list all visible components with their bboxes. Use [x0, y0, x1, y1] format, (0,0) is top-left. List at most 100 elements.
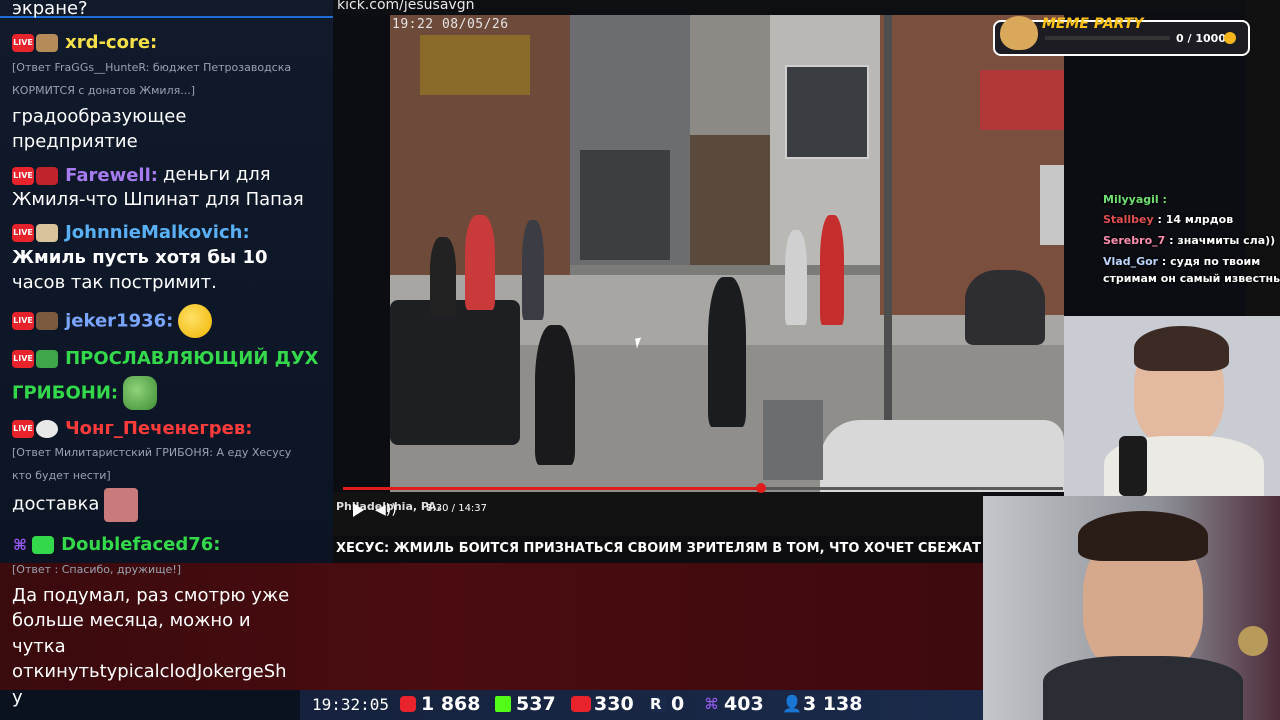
chat-message-header: ⌘ Doublefaced76:: [12, 534, 220, 555]
guest-webcam: [1064, 316, 1280, 496]
parked-suv: [390, 300, 520, 445]
video-timestamp: 19:22 08/05/26: [392, 17, 509, 32]
fence: [690, 135, 770, 265]
chat-message-text: откинутьtypicalclodJokergeSh: [12, 661, 287, 682]
pole: [884, 15, 892, 435]
chat-nick[interactable]: ГРИБОНИ:: [12, 383, 118, 404]
mini-chat-text: : 14 млрдов: [1153, 213, 1234, 226]
video-progress-fill: [343, 487, 762, 490]
twitch-icon: ⌘: [704, 695, 719, 713]
chat-reply-text: [Ответ FraGGs__HunteR: бюджет Петрозавод…: [12, 61, 292, 74]
chat-message-header: LIVE Farewell: деньги для: [12, 164, 271, 186]
url-text[interactable]: kick.com/jesusavgn: [337, 0, 474, 13]
chat-nick[interactable]: Чонг_Печенегрев:: [65, 418, 252, 439]
globe-icon: [1238, 626, 1268, 656]
vk-live-icon: [571, 696, 591, 712]
volume-icon[interactable]: ◀)): [375, 502, 405, 518]
chat-message-text: у: [12, 687, 23, 708]
rutube-viewers: 0: [671, 693, 685, 715]
pedestrian: [465, 215, 495, 310]
chat-reply-text: кто будет нести]: [12, 469, 111, 482]
parked-car: [820, 420, 1064, 492]
total-viewers: 3 138: [803, 693, 863, 715]
shutter: [1040, 165, 1064, 245]
chat-message-text: предприятие: [12, 131, 138, 152]
gate: [580, 150, 670, 260]
pedestrian: [535, 325, 575, 465]
chat-nick[interactable]: ПРОСЛАВЛЯЮЩИЙ ДУХ: [65, 348, 318, 369]
chat-message-header: LIVE jeker1936:: [12, 304, 213, 338]
chat-reply-text: КОРМИТСЯ с донатов Жмиля...]: [12, 84, 196, 97]
chat-nick[interactable]: Farewell:: [65, 165, 158, 186]
streamer-hair: [1078, 511, 1208, 561]
youtube-icon: [400, 696, 416, 712]
mini-chat-line: стримам он самый известный): [1103, 272, 1280, 285]
awning: [420, 35, 530, 95]
live-badge-icon: LIVE: [12, 166, 34, 185]
chat-nick[interactable]: Doublefaced76:: [61, 534, 220, 555]
chat-message-line: доставка: [12, 488, 139, 522]
skull-emote-icon: [36, 419, 58, 438]
pedestrian: [430, 237, 456, 317]
chat-message-text: Жмиль пусть хотя бы 10: [12, 247, 268, 268]
streamer-shirt: [1043, 656, 1243, 720]
pedestrian: [522, 220, 544, 320]
video-progress-bar[interactable]: [343, 483, 1063, 493]
twitch-viewers: 403: [724, 693, 764, 715]
pepe-emote-icon: [123, 376, 158, 410]
chat-message-text: экране?: [12, 0, 88, 19]
kick-icon: [495, 696, 511, 712]
chat-message-text: деньги для: [163, 164, 271, 185]
chat-message-header: LIVE ПРОСЛАВЛЯЮЩИЙ ДУХ: [12, 348, 318, 369]
video-time: 8:30 / 14:37: [426, 503, 488, 514]
browser-url-bar: [333, 0, 1280, 14]
live-badge-icon: LIVE: [12, 223, 34, 242]
chat-nick[interactable]: jeker1936:: [65, 311, 173, 332]
chat-message-text: Жмиля-что Шпинат для Папая: [12, 189, 304, 210]
chat-message-header: LIVE xrd-core:: [12, 32, 157, 53]
devil-emote-icon: [36, 166, 58, 185]
clock-text: 19:32:05: [312, 695, 390, 714]
chat-reply-text: [Ответ : Спасибо, дружище!]: [12, 563, 182, 576]
doge-icon: [1000, 16, 1038, 50]
live-badge-icon: LIVE: [12, 419, 34, 438]
mini-chat-line: Stallbey : 14 млрдов: [1103, 213, 1233, 226]
user-avatar-icon: [36, 33, 58, 52]
mini-chat-text: : значмиты сла)): [1165, 234, 1276, 247]
mini-chat-line: Milyyagil :: [1103, 193, 1167, 206]
rutube-icon: R: [650, 696, 666, 712]
mini-chat-line: Serebro_7 : значмиты сла)): [1103, 234, 1275, 247]
youtube-viewers: 1 868: [421, 693, 481, 715]
video-player[interactable]: [390, 15, 1064, 492]
video-controls-bar: [333, 492, 983, 536]
coin-icon: [1224, 32, 1236, 44]
play-icon[interactable]: [353, 503, 364, 517]
laughing-emote-icon: [178, 304, 213, 338]
chat-message-text: чутка: [12, 636, 66, 657]
chat-message-text: часов так постримит.: [12, 272, 217, 293]
chat-nick[interactable]: xrd-core:: [65, 32, 157, 53]
meme-party-count: 0 / 1000: [1176, 32, 1226, 45]
chat-message-text: Да подумал, раз смотрю уже: [12, 585, 290, 606]
pedestrian: [708, 277, 746, 427]
mini-chat-nick: Serebro_7: [1103, 234, 1166, 247]
trash-can: [763, 400, 823, 480]
duration: 14:37: [458, 503, 488, 514]
side-strip: [1246, 0, 1280, 316]
pedestrian: [965, 270, 1045, 345]
live-badge-icon: LIVE: [12, 349, 34, 368]
chat-message-header: LIVE Чонг_Печенегрев:: [12, 418, 252, 439]
chat-nick[interactable]: JohnnieMalkovich:: [65, 222, 250, 243]
vklive-viewers: 330: [594, 693, 634, 715]
window: [785, 65, 869, 159]
twitch-badge-icon: ⌘: [13, 535, 27, 554]
kick-viewers: 537: [516, 693, 556, 715]
mini-chat-line: Vlad_Gor : судя по твоим: [1103, 255, 1260, 268]
chat-message-header: LIVE JohnnieMalkovich:: [12, 222, 250, 243]
chat-message-text: доставка: [12, 493, 100, 515]
mini-chat-nick: Vlad_Gor: [1103, 255, 1159, 268]
chat-message-text: больше месяца, можно и: [12, 610, 251, 631]
meme-party-progress: [1045, 36, 1170, 40]
user-avatar-icon: [36, 312, 58, 330]
streamer-webcam: [983, 496, 1280, 720]
